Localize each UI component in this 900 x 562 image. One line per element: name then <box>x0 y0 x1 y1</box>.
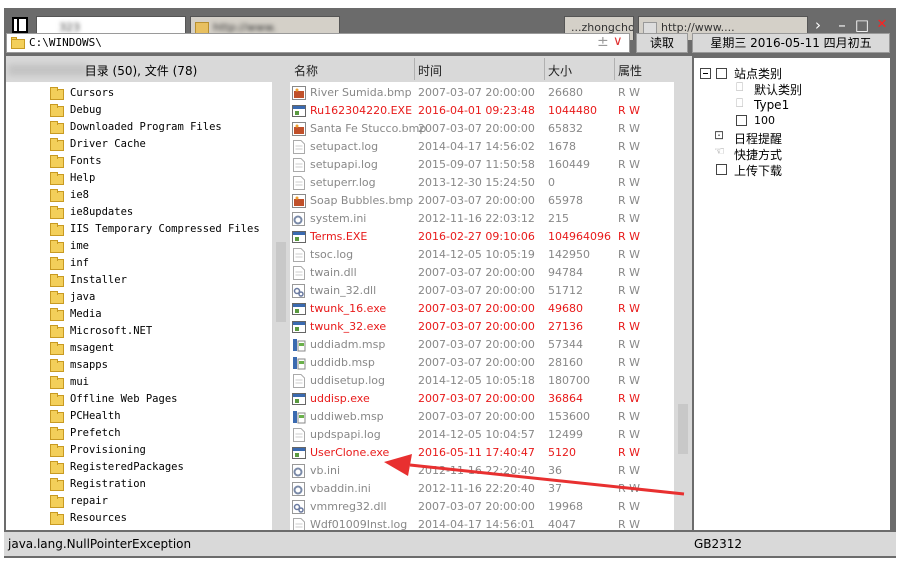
annotation-arrow-line <box>409 463 685 496</box>
annotation-arrow-head <box>384 454 412 476</box>
annotation-arrow <box>384 454 685 496</box>
